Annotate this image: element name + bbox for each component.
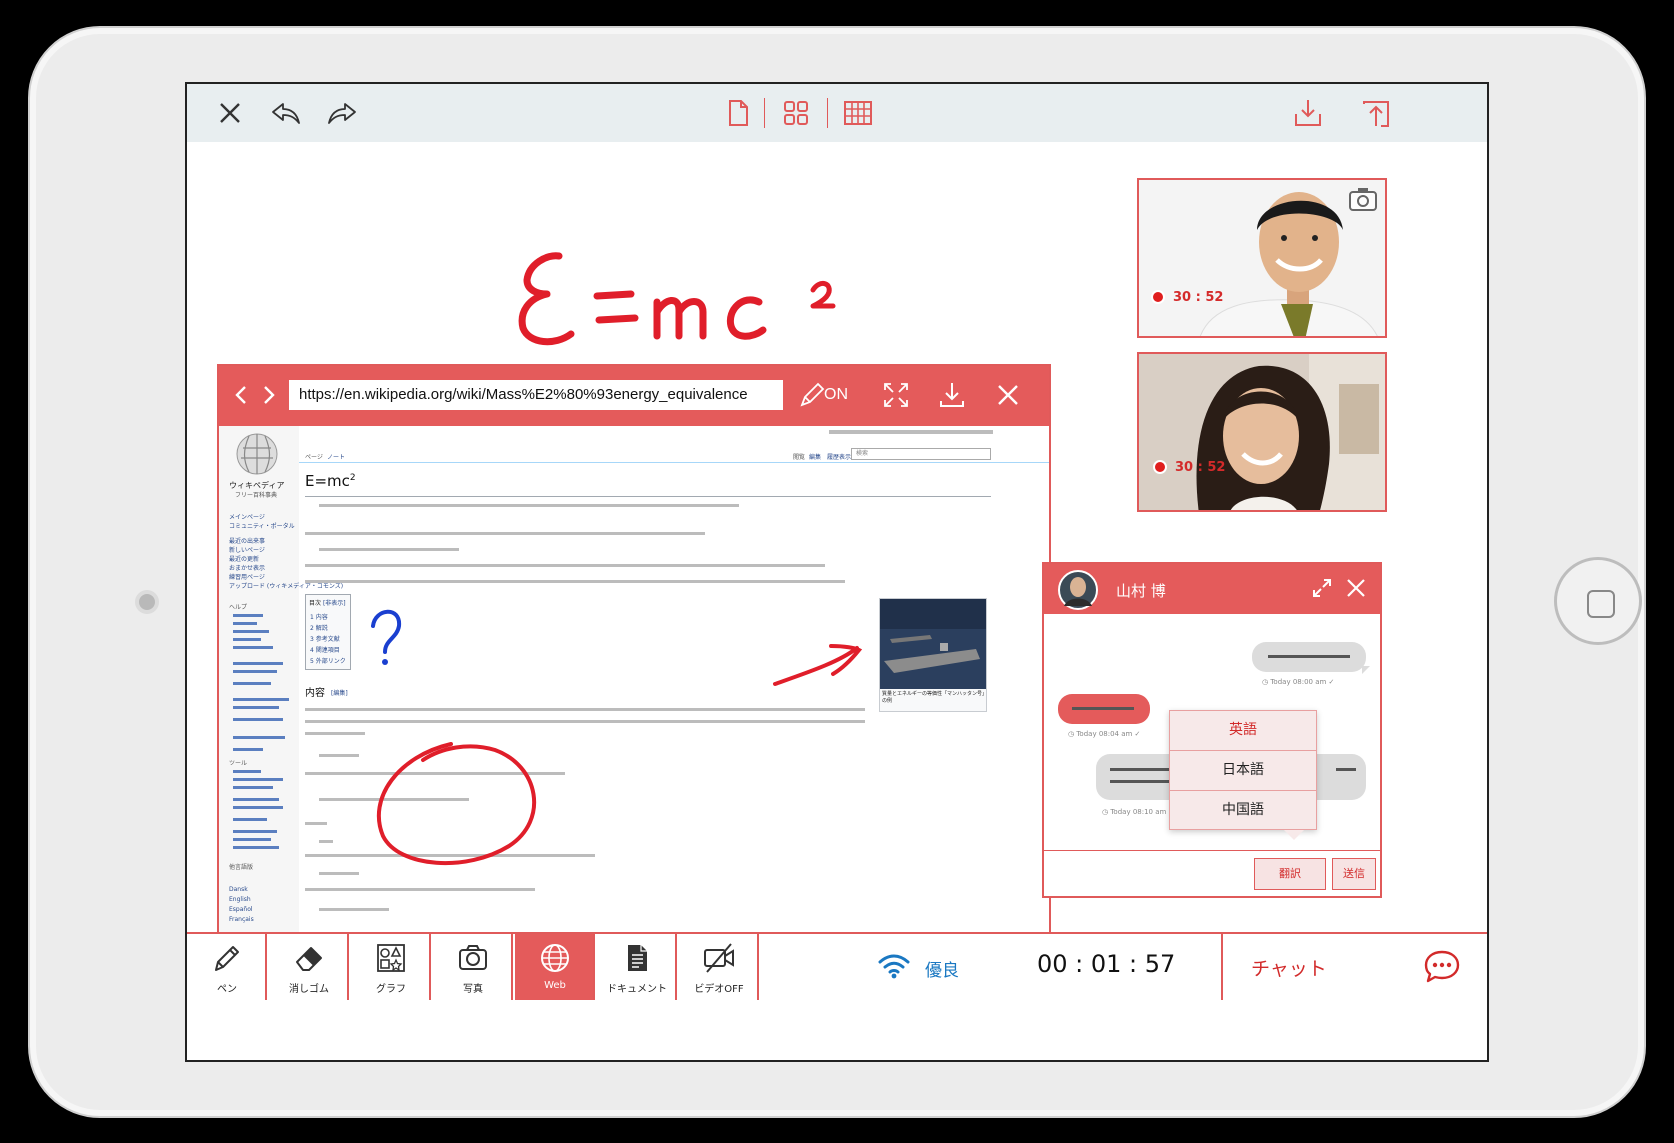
tool-graph[interactable]: グラフ — [351, 934, 431, 1000]
tool-label: ドキュメント — [607, 984, 667, 995]
camera-icon — [459, 945, 487, 970]
chat-message-outgoing — [1058, 694, 1150, 724]
avatar — [1058, 570, 1098, 610]
chat-header: 山村 博 — [1044, 564, 1380, 614]
bottom-toolbar: ペン 消しゴム グラフ 写真 Web ドキュメント ビデオOFF 優良 00 :… — [187, 932, 1487, 1000]
grid-four-icon[interactable] — [779, 96, 813, 130]
document-icon — [628, 945, 647, 971]
chat-button-label: チャット — [1251, 958, 1327, 980]
wikipedia-page[interactable]: ウィキペディア フリー百科事典 メインページ コミュニティ・ポータル 最近の出来… — [219, 426, 1049, 966]
send-button[interactable]: 送信 — [1332, 858, 1376, 890]
upload-icon[interactable] — [1359, 96, 1393, 130]
home-square-icon — [1587, 590, 1615, 618]
download-icon[interactable] — [937, 380, 967, 410]
chat-message-incoming — [1252, 642, 1366, 672]
message-timestamp: ◷ Today 08:00 am ✓ — [1262, 678, 1335, 686]
chat-panel: 山村 博 ◷ Today 08:00 am ✓ ◷ Today 08:04 am… — [1042, 562, 1382, 898]
pen-toggle-label[interactable]: ON — [824, 386, 848, 404]
chat-contact-name: 山村 博 — [1116, 582, 1166, 600]
front-camera — [135, 590, 159, 614]
redo-icon[interactable] — [325, 96, 359, 130]
tool-document[interactable]: ドキュメント — [597, 934, 677, 1000]
recording-time: 30 : 52 — [1175, 460, 1226, 475]
session-timer: 00 : 01 : 57 — [1037, 950, 1176, 978]
pen-annotations — [371, 609, 863, 866]
home-button[interactable] — [1554, 557, 1642, 645]
language-option-chinese[interactable]: 中国語 — [1170, 791, 1316, 829]
chat-message-input[interactable] — [1050, 856, 1246, 892]
chat-input-divider — [1044, 850, 1380, 851]
language-dropdown: 英語 日本語 中国語 — [1169, 710, 1317, 830]
tool-label: 消しゴム — [289, 984, 329, 995]
table-grid-icon[interactable] — [841, 96, 875, 130]
message-timestamp: ◷ Today 08:10 am — [1102, 808, 1167, 816]
video-off-icon — [704, 943, 734, 973]
undo-icon[interactable] — [269, 96, 303, 130]
url-field[interactable]: https://en.wikipedia.org/wiki/Mass%E2%80… — [289, 380, 783, 410]
forward-icon[interactable] — [253, 380, 283, 410]
toolbar-separator — [827, 98, 828, 128]
page-icon[interactable] — [721, 96, 755, 130]
connection-quality-label: 優良 — [925, 961, 959, 981]
toolbar-separator — [764, 98, 765, 128]
tool-label: ビデオOFF — [694, 984, 744, 995]
recording-dot — [1151, 290, 1165, 304]
recording-dot — [1153, 460, 1167, 474]
whiteboard-screen: 30 : 52 30 : 52 https://en.wikipedia.org… — [185, 82, 1489, 1062]
browser-toolbar: https://en.wikipedia.org/wiki/Mass%E2%80… — [219, 366, 1049, 426]
tool-label: グラフ — [376, 984, 406, 995]
tool-pen[interactable]: ペン — [187, 934, 267, 1000]
video-tile-1[interactable]: 30 : 52 — [1137, 178, 1387, 338]
chat-button[interactable]: チャット — [1221, 934, 1487, 1000]
recording-time: 30 : 52 — [1173, 290, 1224, 305]
bubble-tail — [1362, 666, 1370, 674]
shapes-icon — [377, 944, 405, 972]
video-tile-2[interactable]: 30 : 52 — [1137, 352, 1387, 512]
chat-bubble-icon — [1424, 950, 1460, 983]
download-icon[interactable] — [1291, 96, 1325, 130]
dropdown-pointer — [1284, 830, 1304, 840]
web-browser-window: https://en.wikipedia.org/wiki/Mass%E2%80… — [217, 364, 1051, 968]
fullscreen-icon[interactable] — [881, 380, 911, 410]
close-icon[interactable] — [993, 380, 1023, 410]
pen-toggle-icon[interactable] — [797, 380, 827, 410]
expand-icon[interactable] — [1310, 576, 1334, 600]
pen-icon — [215, 946, 239, 971]
globe-icon — [541, 944, 569, 972]
tool-label: ペン — [217, 984, 237, 995]
tool-photo[interactable]: 写真 — [433, 934, 513, 1000]
language-option-english[interactable]: 英語 — [1170, 711, 1316, 749]
participant-woman-photo — [1139, 354, 1385, 510]
close-icon[interactable] — [213, 96, 247, 130]
tool-label: Web — [544, 980, 566, 991]
translate-button[interactable]: 翻訳 — [1254, 858, 1326, 890]
eraser-icon — [296, 947, 322, 971]
message-timestamp: ◷ Today 08:04 am ✓ — [1068, 730, 1141, 738]
tool-label: 写真 — [463, 984, 483, 995]
tool-eraser[interactable]: 消しゴム — [269, 934, 349, 1000]
switch-camera-icon[interactable] — [1347, 186, 1381, 214]
top-toolbar — [187, 84, 1487, 142]
close-icon[interactable] — [1344, 576, 1368, 600]
tool-video-off[interactable]: ビデオOFF — [679, 934, 759, 1000]
wifi-icon — [878, 954, 910, 979]
language-option-japanese[interactable]: 日本語 — [1170, 751, 1316, 789]
tool-web[interactable]: Web — [515, 934, 595, 1000]
handwritten-equation — [518, 252, 836, 346]
